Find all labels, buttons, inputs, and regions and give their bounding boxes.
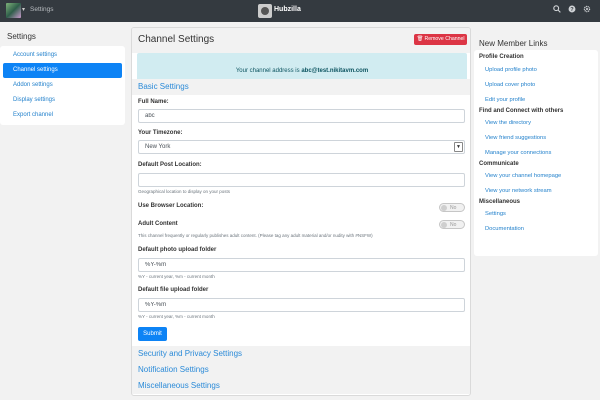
photo-folder-input[interactable] xyxy=(138,258,465,272)
toggle-state: No xyxy=(450,222,457,228)
security-settings-header[interactable]: Security and Privacy Settings xyxy=(132,346,470,362)
address-prefix: Your channel address is xyxy=(235,68,300,74)
post-location-input[interactable] xyxy=(138,173,465,187)
right-sidebar: New Member Links Profile Creation Upload… xyxy=(474,22,600,392)
panel-header: Channel Settings 🗑 Remove Channel xyxy=(132,28,470,53)
navbar-section-label: Settings xyxy=(30,6,54,13)
misc-settings-header[interactable]: Miscellaneous Settings xyxy=(132,378,470,394)
remove-channel-button[interactable]: 🗑 Remove Channel xyxy=(414,34,467,45)
browser-location-label: Use Browser Location: xyxy=(138,203,204,209)
chevron-down-icon[interactable]: ▾ xyxy=(22,6,25,13)
svg-text:?: ? xyxy=(570,7,574,13)
post-location-label: Default Post Location: xyxy=(138,162,202,168)
category-find-connect: Find and Connect with others xyxy=(479,108,564,114)
avatar[interactable] xyxy=(6,3,21,18)
full-name-input[interactable] xyxy=(138,109,465,123)
sidebar-item-addon-settings[interactable]: Addon settings xyxy=(3,78,122,93)
photo-folder-help: %Y - current year, %m - current month xyxy=(138,274,215,279)
timezone-select[interactable]: New York ▼ xyxy=(138,140,465,154)
sidebar-item-display-settings[interactable]: Display settings xyxy=(3,93,122,108)
link-documentation[interactable]: Documentation xyxy=(485,226,524,232)
basic-settings-header[interactable]: Basic Settings xyxy=(132,79,470,95)
toggle-knob xyxy=(441,205,447,211)
search-icon[interactable] xyxy=(553,5,561,16)
settings-menu: Account settings Channel settings Addon … xyxy=(0,46,125,125)
link-network-stream[interactable]: View your network stream xyxy=(485,188,552,194)
submit-button[interactable]: Submit xyxy=(138,327,167,341)
hubzilla-logo-icon xyxy=(258,4,272,18)
category-communicate: Communicate xyxy=(479,161,519,167)
link-friend-suggestions[interactable]: View friend suggestions xyxy=(485,135,546,141)
photo-folder-label: Default photo upload folder xyxy=(138,247,217,253)
link-settings[interactable]: Settings xyxy=(485,211,506,217)
help-icon[interactable]: ? xyxy=(568,5,576,16)
timezone-value: New York xyxy=(145,144,171,150)
link-manage-connections[interactable]: Manage your connections xyxy=(485,150,551,156)
file-folder-input[interactable] xyxy=(138,298,465,312)
category-miscellaneous: Miscellaneous xyxy=(479,199,521,205)
sidebar-item-channel-settings[interactable]: Channel settings xyxy=(3,63,122,78)
sidebar-heading: Settings xyxy=(7,32,36,41)
sidebar-item-export-channel[interactable]: Export channel xyxy=(3,108,122,123)
channel-settings-panel: Channel Settings 🗑 Remove Channel Your c… xyxy=(131,27,471,396)
adult-content-help: This channel frequently or regularly pub… xyxy=(138,233,373,238)
full-name-label: Full Name: xyxy=(138,99,169,105)
notification-settings-header[interactable]: Notification Settings xyxy=(132,362,470,378)
link-channel-homepage[interactable]: View your channel homepage xyxy=(485,173,561,179)
timezone-label: Your Timezone: xyxy=(138,130,183,136)
link-edit-profile[interactable]: Edit your profile xyxy=(485,97,525,103)
file-folder-help: %Y - current year, %m - current month xyxy=(138,314,215,319)
brand-name: Hubzilla xyxy=(274,6,301,13)
new-member-title: New Member Links xyxy=(479,39,548,48)
page-title: Channel Settings xyxy=(138,34,215,45)
brand[interactable]: Hubzilla xyxy=(258,1,342,21)
file-folder-label: Default file upload folder xyxy=(138,287,209,293)
chevron-down-icon: ▼ xyxy=(454,142,463,152)
link-view-directory[interactable]: View the directory xyxy=(485,120,531,126)
link-upload-profile-photo[interactable]: Upload profile photo xyxy=(485,67,537,73)
post-location-help: Geographical location to display on your… xyxy=(138,189,231,194)
toggle-state: No xyxy=(450,205,457,211)
category-profile-creation: Profile Creation xyxy=(479,54,524,60)
link-upload-cover-photo[interactable]: Upload cover photo xyxy=(485,82,535,88)
toggle-knob xyxy=(441,222,447,228)
gear-icon[interactable] xyxy=(583,5,591,16)
remove-channel-label: Remove Channel xyxy=(424,36,465,42)
adult-content-toggle[interactable]: No xyxy=(439,220,465,229)
top-navbar: ▾ Settings Hubzilla ? xyxy=(0,0,600,22)
adult-content-label: Adult Content xyxy=(138,221,178,227)
browser-location-toggle[interactable]: No xyxy=(439,203,465,212)
sidebar-item-account-settings[interactable]: Account settings xyxy=(3,48,122,63)
new-member-links: Profile Creation Upload profile photo Up… xyxy=(474,50,598,256)
channel-address: abc@test.nikitavm.com xyxy=(301,68,369,74)
